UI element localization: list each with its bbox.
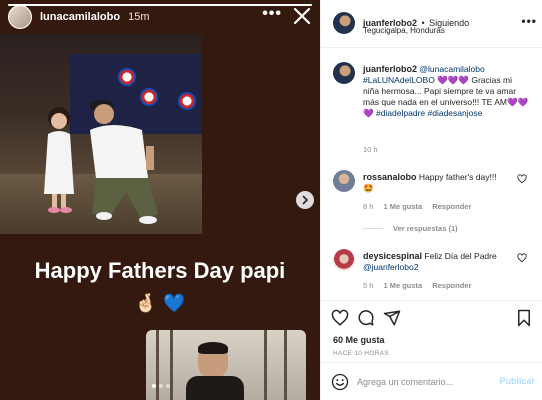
caption-hashtag[interactable]: #diadesanjose [428,108,483,118]
story-progress-fill [8,4,312,6]
comment-like-heart-icon[interactable] [517,253,527,263]
comment-icon[interactable] [357,309,375,327]
story-progress-bar [8,4,312,6]
purple-hearts-emoji: 💜💜💜 [437,75,469,85]
caption-avatar[interactable] [333,62,355,84]
instagram-story-post-view: lunacamilalobo 15m ••• Happy Fathers Day… [0,0,542,400]
story-caption: Happy Fathers Day papi [34,258,286,283]
comment-body: rossanalobo Happy father's day!!! 🤩 [363,172,513,194]
comment-likes[interactable]: 1 Me gusta [383,281,422,290]
story-timestamp: 15m [128,11,150,23]
caption-mention[interactable]: @lunacamilalobo [419,64,484,74]
add-comment-bar: Publicar [321,362,542,400]
view-replies[interactable]: Ver respuestas (1) [363,224,458,233]
comments-section: juanferlobo2 @lunacamilalobo #LaLUNAdelL… [321,48,542,300]
post-header: juanferlobo2 • Siguiendo Tegucigalpa, Ho… [321,0,542,48]
story-photo-main [0,34,202,234]
crossed-fingers-emoji: 🤞🏻 [134,293,157,313]
caption-age: 10 h [363,145,378,154]
post-actions: 60 Me gusta HACE 10 HORAS [321,300,542,360]
comment-mention[interactable]: @juanferlobo2 [363,262,418,272]
story-photo-secondary [146,330,306,400]
comment-body: deysicespinal Feliz Día del Padre @juanf… [363,251,513,273]
next-arrow-icon[interactable] [296,191,314,209]
story-username[interactable]: lunacamilalobo [40,11,120,23]
author-avatar[interactable] [333,12,355,34]
share-icon[interactable] [383,309,401,327]
star-struck-emoji: 🤩 [363,183,374,193]
heart-icon[interactable] [331,309,349,327]
comment-username[interactable]: deysicespinal [363,251,422,261]
blue-heart-emoji: 💙 [163,293,186,313]
comment-meta: 8 h 1 Me gusta Responder [363,202,471,211]
more-options-icon[interactable]: ••• [521,14,537,28]
replies-divider [363,228,383,229]
post-caption: juanferlobo2 @lunacamilalobo #LaLUNAdelL… [363,64,529,119]
carousel-dots [152,384,170,388]
reply-button[interactable]: Responder [432,202,471,211]
comment-age: 8 h [363,202,374,211]
comment-username[interactable]: rossanalobo [363,172,417,182]
caption-hashtag[interactable]: #LaLUNAdelLOBO [363,75,435,85]
caption-hashtag[interactable]: #diadelpadre [376,108,425,118]
comment-avatar[interactable] [333,170,355,192]
comment-text: Happy father's day!!! [418,172,497,182]
post-time-ago: HACE 10 HORAS [333,350,389,357]
carousel-dot [159,384,163,388]
bookmark-icon[interactable] [515,309,533,327]
likes-count[interactable]: 60 Me gusta [333,335,385,345]
caption-meta: 10 h [363,145,378,154]
comment-meta: 5 h 1 Me gusta Responder [363,281,471,290]
comment-avatar[interactable] [333,249,355,271]
comment-likes[interactable]: 1 Me gusta [383,202,422,211]
reply-button[interactable]: Responder [432,281,471,290]
view-replies-button[interactable]: Ver respuestas (1) [393,224,458,233]
comment-text: Feliz Día del Padre [424,251,497,261]
story-avatar[interactable] [8,5,32,29]
carousel-dot [166,384,170,388]
story-emojis: 🤞🏻 💙 [0,293,320,314]
emoji-icon[interactable] [331,373,349,391]
caption-username[interactable]: juanferlobo2 [363,64,417,74]
story-viewer: lunacamilalobo 15m ••• Happy Fathers Day… [0,0,320,400]
post-panel: juanferlobo2 • Siguiendo Tegucigalpa, Ho… [320,0,542,400]
comment-age: 5 h [363,281,374,290]
post-location[interactable]: Tegucigalpa, Honduras [363,26,445,35]
carousel-dot [152,384,156,388]
comment-like-heart-icon[interactable] [517,174,527,184]
publish-button[interactable]: Publicar [499,376,535,386]
comment-input[interactable] [357,373,487,391]
